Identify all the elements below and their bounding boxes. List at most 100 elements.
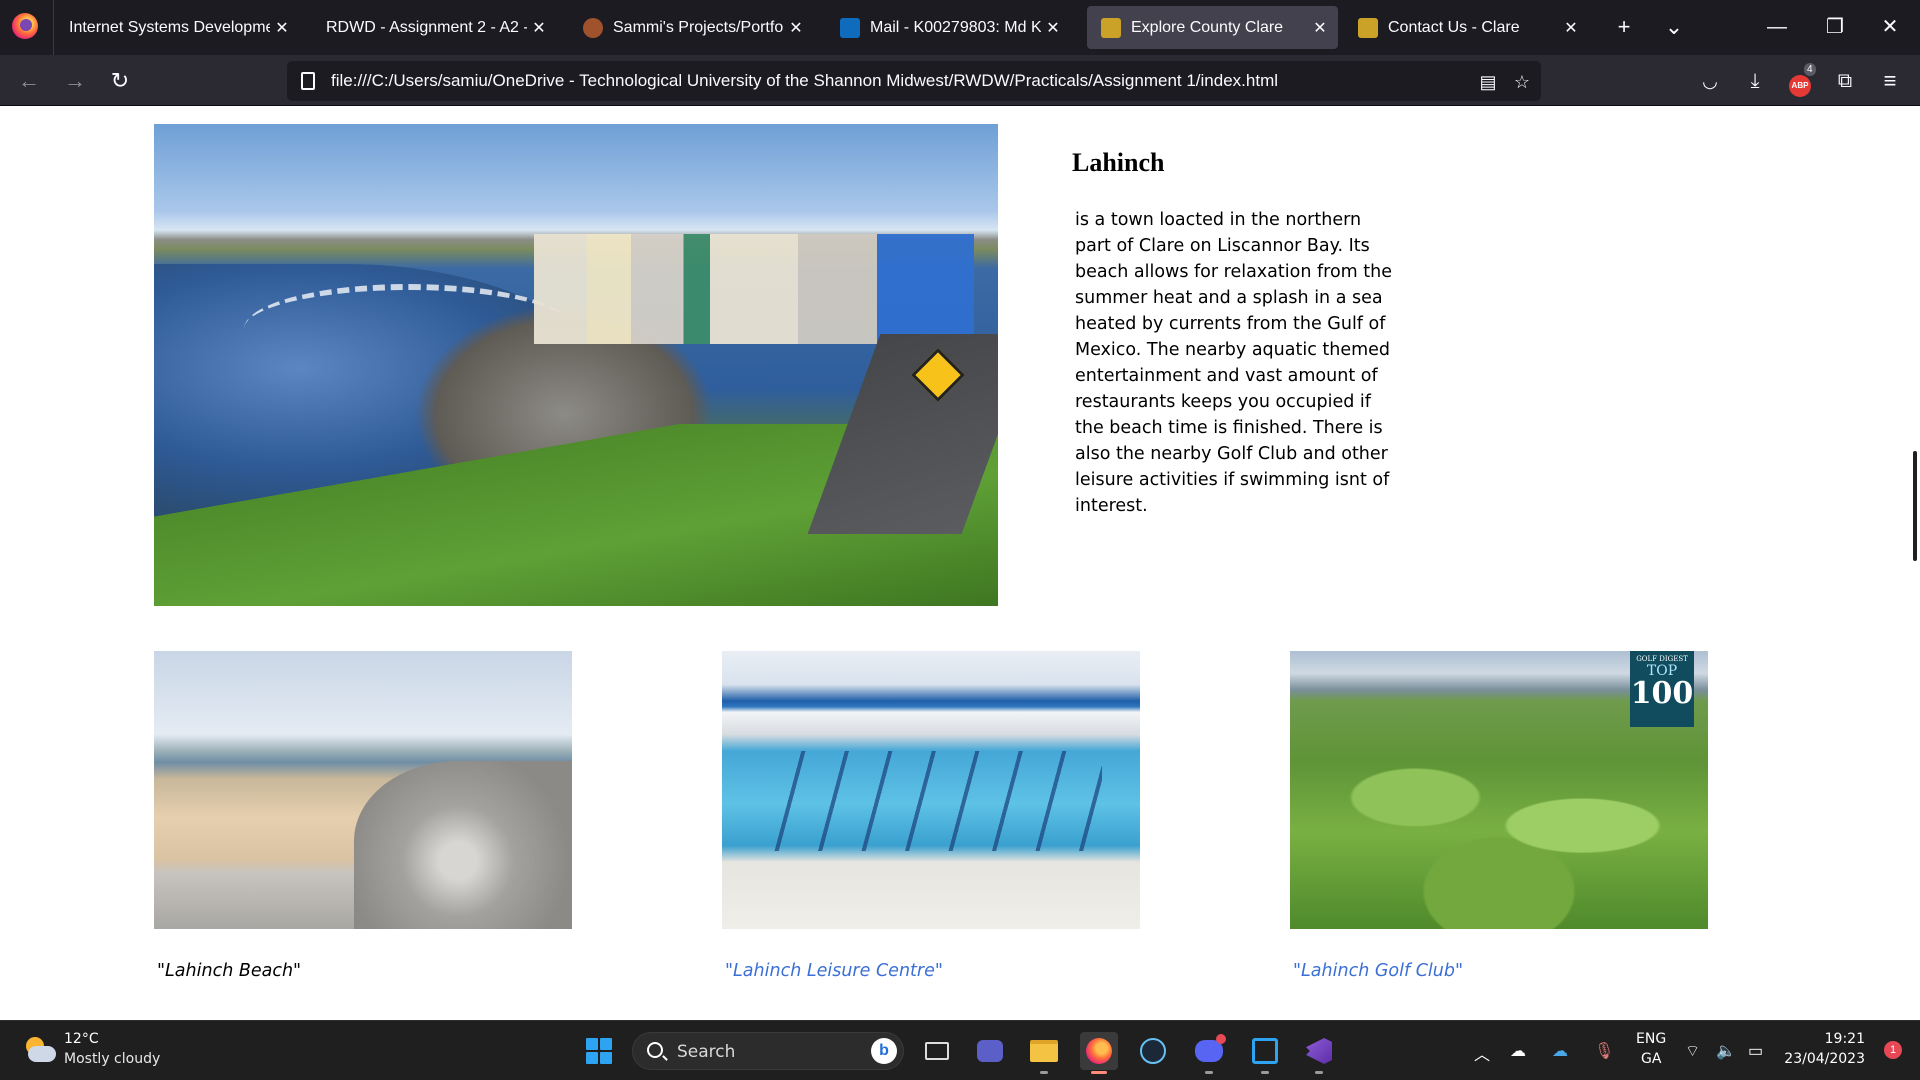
file-explorer-button[interactable] — [1025, 1032, 1063, 1074]
golf-club-image: GOLF DIGEST TOP 100 — [1290, 651, 1708, 929]
close-tab-icon[interactable]: ✕ — [1308, 18, 1332, 38]
browser-nav-bar: ← → ↻ file:///C:/Users/samiu/OneDrive - … — [0, 55, 1920, 106]
pool-lanes — [762, 751, 1102, 851]
clock-date[interactable]: 23/04/2023 — [1784, 1051, 1865, 1067]
editor-icon — [1252, 1038, 1278, 1064]
outlook-icon — [840, 17, 860, 38]
tab-internet-systems[interactable]: Internet Systems Development ✕ — [55, 6, 300, 49]
close-window-button[interactable]: ✕ — [1870, 12, 1910, 42]
language-indicator[interactable]: ENG — [1636, 1031, 1666, 1047]
adblock-icon[interactable]: ABP 4 — [1784, 63, 1816, 97]
lahinch-beach-image — [154, 651, 572, 929]
leisure-centre-link[interactable]: "Lahinch Leisure Centre" — [725, 961, 943, 981]
visual-studio-button[interactable] — [1300, 1032, 1338, 1074]
tab-rdwd-assignment[interactable]: RDWD - Assignment 2 - A2 - RD ✕ — [312, 6, 557, 49]
back-button[interactable]: ← — [13, 65, 45, 97]
url-text[interactable]: file:///C:/Users/samiu/OneDrive - Techno… — [331, 71, 1278, 91]
running-indicator — [1040, 1071, 1048, 1074]
tab-title: Internet Systems Development — [69, 18, 270, 36]
close-tab-icon[interactable]: ✕ — [1559, 18, 1583, 38]
taskbar-search[interactable]: Search b — [632, 1032, 904, 1070]
page-document-icon — [301, 72, 315, 90]
tab-title: Sammi's Projects/Portfolio — [613, 18, 784, 36]
tab-title: Explore County Clare — [1131, 18, 1284, 36]
minimize-button[interactable]: — — [1757, 12, 1797, 42]
windows-taskbar: 12°C Mostly cloudy Search b ︿ ☁ ☁ 🎙 ENG … — [0, 1020, 1920, 1080]
search-icon — [647, 1042, 663, 1058]
keyboard-layout-indicator[interactable]: GA — [1641, 1051, 1661, 1067]
reload-button[interactable]: ↻ — [104, 65, 136, 97]
url-bar[interactable]: file:///C:/Users/samiu/OneDrive - Techno… — [287, 61, 1541, 101]
task-view-button[interactable] — [918, 1032, 956, 1070]
windows-logo-icon — [586, 1038, 612, 1064]
sea-wall-stones — [354, 761, 572, 929]
volume-icon[interactable]: 🔈 — [1716, 1041, 1736, 1061]
notification-dot — [1216, 1034, 1226, 1044]
steam-icon — [1140, 1038, 1166, 1064]
downloads-icon[interactable]: ⤓ — [1739, 65, 1771, 97]
bookmark-star-icon[interactable]: ☆ — [1511, 71, 1533, 93]
microphone-icon[interactable]: 🎙 — [1594, 1041, 1614, 1061]
lahinch-town-image — [154, 124, 998, 606]
firefox-icon — [1086, 1038, 1112, 1064]
reader-view-icon[interactable]: ▤ — [1477, 71, 1499, 93]
tab-explore-county-clare[interactable]: Explore County Clare ✕ — [1087, 6, 1338, 49]
teams-chat-button[interactable] — [971, 1032, 1009, 1070]
discord-button[interactable] — [1190, 1032, 1228, 1074]
badge-line: GOLF DIGEST — [1636, 655, 1688, 663]
pocket-icon[interactable]: ◡ — [1694, 65, 1726, 97]
section-title: Lahinch — [1072, 148, 1165, 177]
tab-title: Mail - K00279803: Md Kazi — [870, 18, 1041, 36]
badge-line: 100 — [1630, 676, 1694, 711]
golf-course-dunes — [1290, 741, 1708, 929]
close-tab-icon[interactable]: ✕ — [784, 18, 808, 38]
firefox-icon[interactable] — [12, 13, 38, 39]
visual-studio-icon — [1306, 1038, 1332, 1064]
notification-badge[interactable]: 1 — [1884, 1041, 1902, 1059]
clock-time[interactable]: 19:21 — [1825, 1031, 1865, 1047]
tab-contact-us-clare[interactable]: Contact Us - Clare ✕ — [1344, 6, 1589, 49]
cloud-icon — [28, 1046, 56, 1062]
tab-title: RDWD - Assignment 2 - A2 - RD — [326, 18, 527, 36]
folder-icon — [1030, 1040, 1058, 1062]
close-tab-icon[interactable]: ✕ — [527, 18, 551, 38]
new-tab-button[interactable]: + — [1609, 12, 1639, 42]
forward-button[interactable]: → — [59, 65, 91, 97]
list-all-tabs-button[interactable]: ⌄ — [1659, 12, 1689, 42]
weather-temperature[interactable]: 12°C — [64, 1031, 99, 1047]
close-tab-icon[interactable]: ✕ — [270, 18, 294, 38]
show-hidden-icons-button[interactable]: ︿ — [1474, 1041, 1490, 1065]
town-houses — [534, 234, 974, 344]
bing-icon[interactable]: b — [871, 1038, 897, 1064]
tab-sammis-portfolio[interactable]: Sammi's Projects/Portfolio ✕ — [569, 6, 814, 49]
teams-icon — [977, 1040, 1003, 1062]
tab-separator — [53, 0, 54, 55]
portfolio-favicon-icon — [583, 17, 603, 38]
menu-icon[interactable]: ≡ — [1874, 65, 1906, 97]
wifi-icon[interactable]: ⌔ — [1685, 1041, 1700, 1061]
golf-club-link[interactable]: "Lahinch Golf Club" — [1293, 961, 1463, 981]
onedrive-icon[interactable]: ☁ — [1510, 1041, 1526, 1061]
weather-description[interactable]: Mostly cloudy — [64, 1051, 160, 1067]
running-indicator — [1091, 1071, 1107, 1074]
search-label: Search — [677, 1042, 736, 1062]
extensions-icon[interactable]: ⧉ — [1829, 65, 1861, 97]
tab-mail[interactable]: Mail - K00279803: Md Kazi ✕ — [826, 6, 1071, 49]
restore-button[interactable]: ❐ — [1815, 12, 1855, 42]
firefox-taskbar-button[interactable] — [1080, 1032, 1118, 1074]
visual-studio-code-button[interactable] — [1246, 1032, 1284, 1074]
steam-button[interactable] — [1134, 1032, 1172, 1070]
battery-icon[interactable]: ▭ — [1748, 1041, 1763, 1061]
browser-tab-bar: Internet Systems Development ✕ RDWD - As… — [0, 0, 1920, 55]
start-button[interactable] — [580, 1032, 618, 1070]
tab-title: Contact Us - Clare — [1388, 18, 1520, 36]
weather-icon[interactable] — [22, 1037, 56, 1063]
clare-favicon-icon — [1358, 17, 1378, 38]
task-view-icon — [925, 1042, 949, 1060]
running-indicator — [1315, 1071, 1323, 1074]
onedrive-sync-icon[interactable]: ☁ — [1552, 1041, 1568, 1061]
page-viewport: Lahinch is a town loacted in the norther… — [0, 106, 1920, 1020]
running-indicator — [1205, 1071, 1213, 1074]
close-tab-icon[interactable]: ✕ — [1041, 18, 1065, 38]
scrollbar-thumb[interactable] — [1913, 451, 1917, 561]
